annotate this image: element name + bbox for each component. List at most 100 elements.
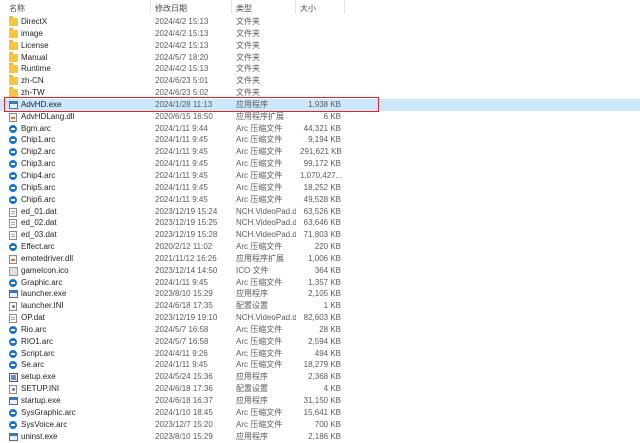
file-type: NCH.VideoPad.d... [236, 206, 296, 216]
ico-image-icon [9, 266, 18, 276]
file-type: Arc 压缩文件 [236, 147, 283, 157]
file-row[interactable]: Graphic.arc 2024/1/11 9:45 Arc 压缩文件 1,357 K… [0, 277, 640, 289]
file-date: 2024/5/7 18:20 [155, 52, 209, 62]
file-name: zh-TW [21, 88, 45, 98]
file-date: 2024/1/11 9:45 [155, 360, 208, 370]
file-row[interactable]: startup.exe 2024/6/18 16:37 应用程序 31,150 KB [0, 395, 640, 407]
file-type: 应用程序扩展 [236, 253, 284, 263]
file-type: 配置设置 [236, 384, 268, 394]
file-row[interactable]: Bgm.arc 2024/1/11 9:44 Arc 压缩文件 44,321 KB [0, 123, 640, 135]
sort-chevron-icon: ⌃ [76, 0, 82, 5]
file-row[interactable]: ed_02.dat 2023/12/19 15:25 NCH.VideoPad.d.… [0, 217, 640, 229]
file-type: NCH.VideoPad.d... [236, 218, 296, 228]
file-row[interactable]: Chip2.arc 2024/1/11 9:45 Arc 压缩文件 291,621 K… [0, 146, 640, 158]
file-row[interactable]: Chip1.arc 2024/1/11 9:45 Arc 压缩文件 9,194 KB [0, 134, 640, 146]
file-row[interactable]: Chip5.arc 2024/1/11 9:45 Arc 压缩文件 18,252 KB [0, 182, 640, 194]
file-row[interactable]: Effect.arc 2020/2/12 11:02 Arc 压缩文件 220 KB [0, 241, 640, 253]
file-row[interactable]: ed_03.dat 2023/12/19 15:28 NCH.VideoPad.d.… [0, 229, 640, 241]
file-list: DirectX 2024/4/2 15:13 文件夹 image 2024/4/2 15… [0, 16, 640, 442]
file-row[interactable]: Se.arc 2024/1/11 9:45 Arc 压缩文件 18,279 KB [0, 359, 640, 371]
file-row[interactable]: AdvHDLang.dll 2020/6/15 16:50 应用程序扩展 6 KB [0, 111, 640, 123]
file-type: 应用程序 [236, 289, 268, 299]
file-date: 2024/4/2 15:13 [155, 64, 209, 74]
file-row[interactable]: Chip4.arc 2024/1/11 9:45 Arc 压缩文件 1,070,427… [0, 170, 640, 182]
file-row[interactable]: OP.dat 2023/12/19 19:10 NCH.VideoPad.d... 8… [0, 312, 640, 324]
file-row[interactable]: emotedriver.dll 2021/11/12 16:26 应用程序扩展 1,0… [0, 253, 640, 265]
file-name: uninst.exe [21, 431, 58, 441]
file-size: 1,006 KB [308, 253, 341, 263]
file-row[interactable]: License 2024/4/2 15:13 文件夹 [0, 39, 640, 52]
file-name: zh-CN [21, 76, 44, 86]
file-name: AdvHDLang.dll [21, 111, 75, 121]
file-type: 文件夹 [236, 28, 260, 38]
file-row[interactable]: SETUP.INI 2024/6/18 17:36 配置设置 4 KB [0, 383, 640, 395]
file-date: 2021/11/12 16:26 [155, 253, 217, 263]
file-row[interactable]: AdvHD.exe 2024/1/28 11:13 应用程序 1,938 KB [0, 98, 640, 111]
column-date[interactable]: 修改日期 [155, 3, 187, 14]
exe-app-icon [9, 100, 18, 109]
file-type: Arc 压缩文件 [236, 170, 283, 180]
file-name: AdvHD.exe [21, 99, 62, 109]
file-row[interactable]: Script.arc 2024/4/11 9:26 Arc 压缩文件 494 KB [0, 348, 640, 360]
file-row[interactable]: Chip6.arc 2024/1/11 9:45 Arc 压缩文件 49,528 KB [0, 194, 640, 206]
file-row[interactable]: zh-TW 2024/6/23 5:02 文件夹 [0, 87, 640, 99]
file-row[interactable]: Chip3.arc 2024/1/11 9:45 Arc 压缩文件 99,172 KB [0, 158, 640, 170]
file-row[interactable]: ed_01.dat 2023/12/19 15:24 NCH.VideoPad.d.… [0, 206, 640, 218]
file-name: Manual [21, 52, 48, 62]
ini-config-icon [9, 385, 17, 395]
file-size: 700 KB [314, 419, 341, 429]
file-row[interactable]: Manual 2024/5/7 18:20 文件夹 [0, 51, 640, 64]
file-row[interactable]: uninst.exe 2023/8/10 15:29 应用程序 2,186 KB [0, 431, 640, 443]
file-date: 2023/12/19 15:24 [155, 206, 218, 216]
file-type: 文件夹 [236, 76, 260, 86]
file-row[interactable]: launcher.INI 2024/6/18 17:35 配置设置 1 KB [0, 300, 640, 312]
column-header: 名称 ⌃ 修改日期 类型 大小 [0, 0, 640, 14]
file-row[interactable]: SysGraphic.arc 2024/1/10 18:45 Arc 压缩文件 15,… [0, 407, 640, 419]
file-row[interactable]: Runtime 2024/4/2 15:13 文件夹 [0, 63, 640, 75]
file-name: DirectX [21, 17, 48, 26]
file-row[interactable]: SysVoice.arc 2023/12/7 15:20 Arc 压缩文件 700 K… [0, 419, 640, 431]
arc-archive-icon [9, 183, 17, 192]
file-date: 2024/1/28 11:13 [155, 99, 213, 109]
file-type: 文件夹 [236, 17, 260, 26]
file-name: ed_01.dat [21, 206, 57, 216]
file-row[interactable]: image 2024/4/2 15:13 文件夹 [0, 27, 640, 40]
file-name: Se.arc [21, 360, 45, 370]
file-date: 2024/6/23 5:01 [155, 76, 209, 86]
file-size: 220 KB [314, 242, 341, 252]
file-name: gameIcon.ico [21, 265, 69, 275]
dll-icon [9, 112, 17, 122]
file-date: 2023/12/7 15:20 [155, 419, 213, 429]
column-type[interactable]: 类型 [236, 3, 252, 14]
file-type: Arc 压缩文件 [236, 348, 283, 358]
file-type: 文件夹 [236, 40, 260, 50]
arc-archive-icon [9, 278, 17, 287]
file-name: Chip4.arc [21, 170, 56, 180]
file-row[interactable]: DirectX 2024/4/2 15:13 文件夹 [0, 16, 640, 28]
column-name[interactable]: 名称 [9, 3, 25, 14]
file-name: License [21, 40, 49, 50]
file-row[interactable]: launcher.exe 2023/8/10 15:29 应用程序 2,105 KB [0, 288, 640, 300]
file-type: Arc 压缩文件 [236, 159, 283, 169]
file-name: ed_02.dat [21, 218, 57, 228]
file-row[interactable]: RIO1.arc 2024/5/7 16:58 Arc 压缩文件 2,594 KB [0, 336, 640, 348]
file-size: 44,321 KB [303, 123, 341, 133]
file-type: Arc 压缩文件 [236, 242, 283, 252]
file-row[interactable]: zh-CN 2024/6/23 5:01 文件夹 [0, 75, 640, 87]
file-row[interactable]: gameIcon.ico 2023/12/14 14:50 ICO 文件 364 KB [0, 265, 640, 277]
arc-archive-icon [9, 195, 17, 204]
setup-icon [9, 373, 18, 383]
file-name: Script.arc [21, 348, 55, 358]
column-size[interactable]: 大小 [300, 3, 316, 14]
file-type: ICO 文件 [236, 265, 269, 275]
file-size: 49,528 KB [303, 194, 341, 204]
file-name: SysGraphic.arc [21, 407, 76, 417]
file-date: 2024/1/11 9:45 [155, 170, 208, 180]
file-date: 2024/1/11 9:45 [155, 159, 208, 169]
document-icon [9, 219, 17, 229]
file-type: Arc 压缩文件 [236, 182, 283, 192]
file-type: Arc 压缩文件 [236, 277, 283, 287]
arc-archive-icon [9, 337, 17, 346]
file-row[interactable]: setup.exe 2024/5/24 15:36 应用程序 2,368 KB [0, 371, 640, 383]
file-row[interactable]: Rio.arc 2024/5/7 16:58 Arc 压缩文件 28 KB [0, 324, 640, 336]
